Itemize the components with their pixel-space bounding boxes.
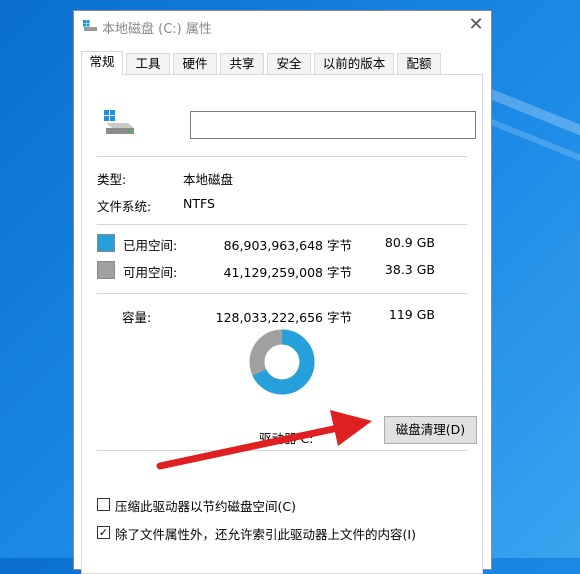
- tab-general[interactable]: 常规: [81, 51, 123, 75]
- drive-name-input[interactable]: [190, 111, 476, 139]
- filesystem-label: 文件系统:: [97, 199, 152, 214]
- tab-previous-versions[interactable]: 以前的版本: [314, 53, 394, 74]
- tab-sharing[interactable]: 共享: [220, 53, 264, 74]
- used-space-bytes: 86,903,963,648 字节: [223, 238, 352, 253]
- usage-donut-chart: [249, 329, 315, 395]
- used-space-swatch: [97, 234, 115, 252]
- close-button[interactable]: ✕: [461, 11, 491, 41]
- type-value: 本地磁盘: [183, 172, 234, 187]
- used-space-label: 已用空间:: [123, 238, 178, 253]
- divider: [97, 156, 467, 157]
- capacity-label: 容量:: [122, 310, 152, 325]
- divider: [97, 293, 467, 294]
- drive-icon: [83, 20, 97, 31]
- divider: [97, 450, 467, 451]
- tab-quota[interactable]: 配额: [397, 53, 441, 74]
- filesystem-value: NTFS: [183, 196, 215, 211]
- used-space-size: 80.9 GB: [384, 235, 435, 250]
- tab-security[interactable]: 安全: [267, 53, 311, 74]
- drive-icon: [104, 110, 134, 134]
- index-checkbox[interactable]: ✓: [97, 526, 110, 539]
- window-title: 本地磁盘 (C:) 属性: [102, 22, 212, 37]
- index-label[interactable]: 除了文件属性外，还允许索引此驱动器上文件的内容(I): [115, 524, 416, 543]
- tab-tools[interactable]: 工具: [126, 53, 170, 74]
- properties-window: 本地磁盘 (C:) 属性 ✕ 常规 工具 硬件 共享 安全 以前的版本 配额 类…: [73, 10, 492, 574]
- disk-cleanup-button[interactable]: 磁盘清理(D): [384, 416, 477, 444]
- type-label: 类型:: [97, 172, 127, 187]
- tab-hardware[interactable]: 硬件: [173, 53, 217, 74]
- title-bar[interactable]: 本地磁盘 (C:) 属性 ✕: [74, 11, 491, 41]
- compress-checkbox[interactable]: [97, 498, 110, 511]
- capacity-bytes: 128,033,222,656 字节: [215, 310, 352, 325]
- free-space-size: 38.3 GB: [384, 262, 435, 277]
- compress-label[interactable]: 压缩此驱动器以节约磁盘空间(C): [115, 496, 296, 515]
- drive-letter-label: 驱动器 C:: [259, 431, 314, 446]
- free-space-swatch: [97, 261, 115, 279]
- free-space-bytes: 41,129,259,008 字节: [223, 265, 352, 280]
- general-panel: 类型: 本地磁盘 文件系统: NTFS 已用空间: 86,903,963,648…: [81, 74, 483, 574]
- divider: [97, 224, 467, 225]
- capacity-size: 119 GB: [388, 307, 435, 322]
- free-space-label: 可用空间:: [123, 265, 178, 280]
